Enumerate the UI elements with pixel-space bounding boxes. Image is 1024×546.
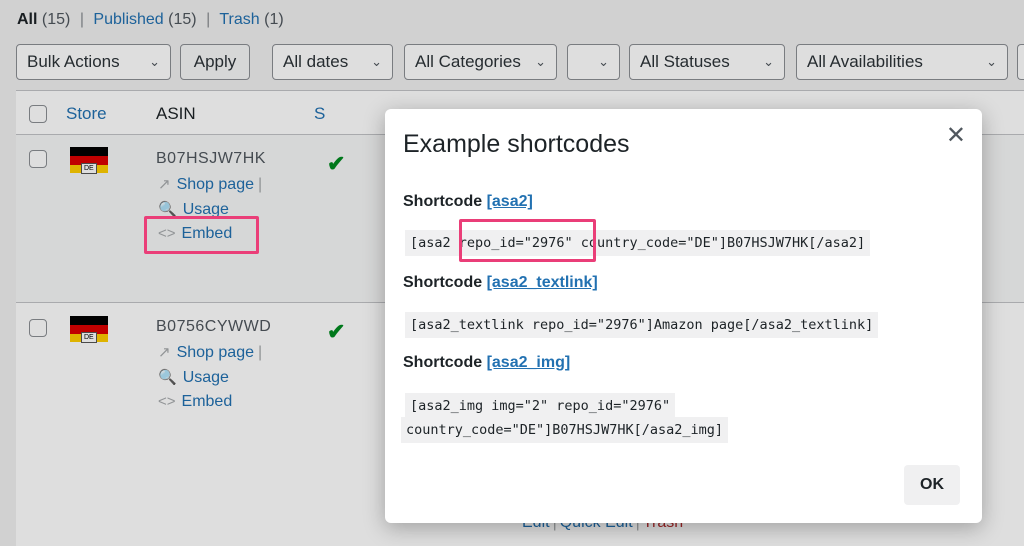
shortcode-asa2-link[interactable]: [asa2]	[487, 193, 533, 210]
shortcode-img-code-line2: country_code="DE"]B07HSJW7HK[/asa2_img]	[401, 417, 728, 443]
shortcode-img-code-line1: [asa2_img img="2" repo_id="2976"	[405, 393, 676, 419]
embed-highlight-box	[144, 216, 259, 254]
close-icon[interactable]: ✕	[946, 121, 966, 150]
shortcode-img-label: Shortcode [asa2_img]	[403, 354, 570, 372]
shortcode-img-link[interactable]: [asa2_img]	[487, 354, 571, 371]
shortcode-word: Shortcode	[403, 193, 483, 210]
dialog-title: Example shortcodes	[403, 130, 630, 158]
code-part: country_code="DE"]B07HSJW7HK[/asa2]	[572, 235, 866, 251]
example-shortcodes-dialog: Example shortcodes ✕ Shortcode [asa2] [a…	[385, 109, 982, 523]
repo-id-highlight-box	[459, 219, 596, 262]
shortcode-textlink-label: Shortcode [asa2_textlink]	[403, 274, 598, 292]
shortcode-textlink-link[interactable]: [asa2_textlink]	[487, 274, 598, 291]
shortcode-word: Shortcode	[403, 354, 483, 371]
shortcode-word: Shortcode	[403, 274, 483, 291]
shortcode-asa2-label: Shortcode [asa2]	[403, 193, 533, 211]
code-part: [asa2	[410, 235, 459, 251]
ok-button[interactable]: OK	[904, 465, 960, 505]
shortcode-textlink-code: [asa2_textlink repo_id="2976"]Amazon pag…	[405, 312, 879, 338]
